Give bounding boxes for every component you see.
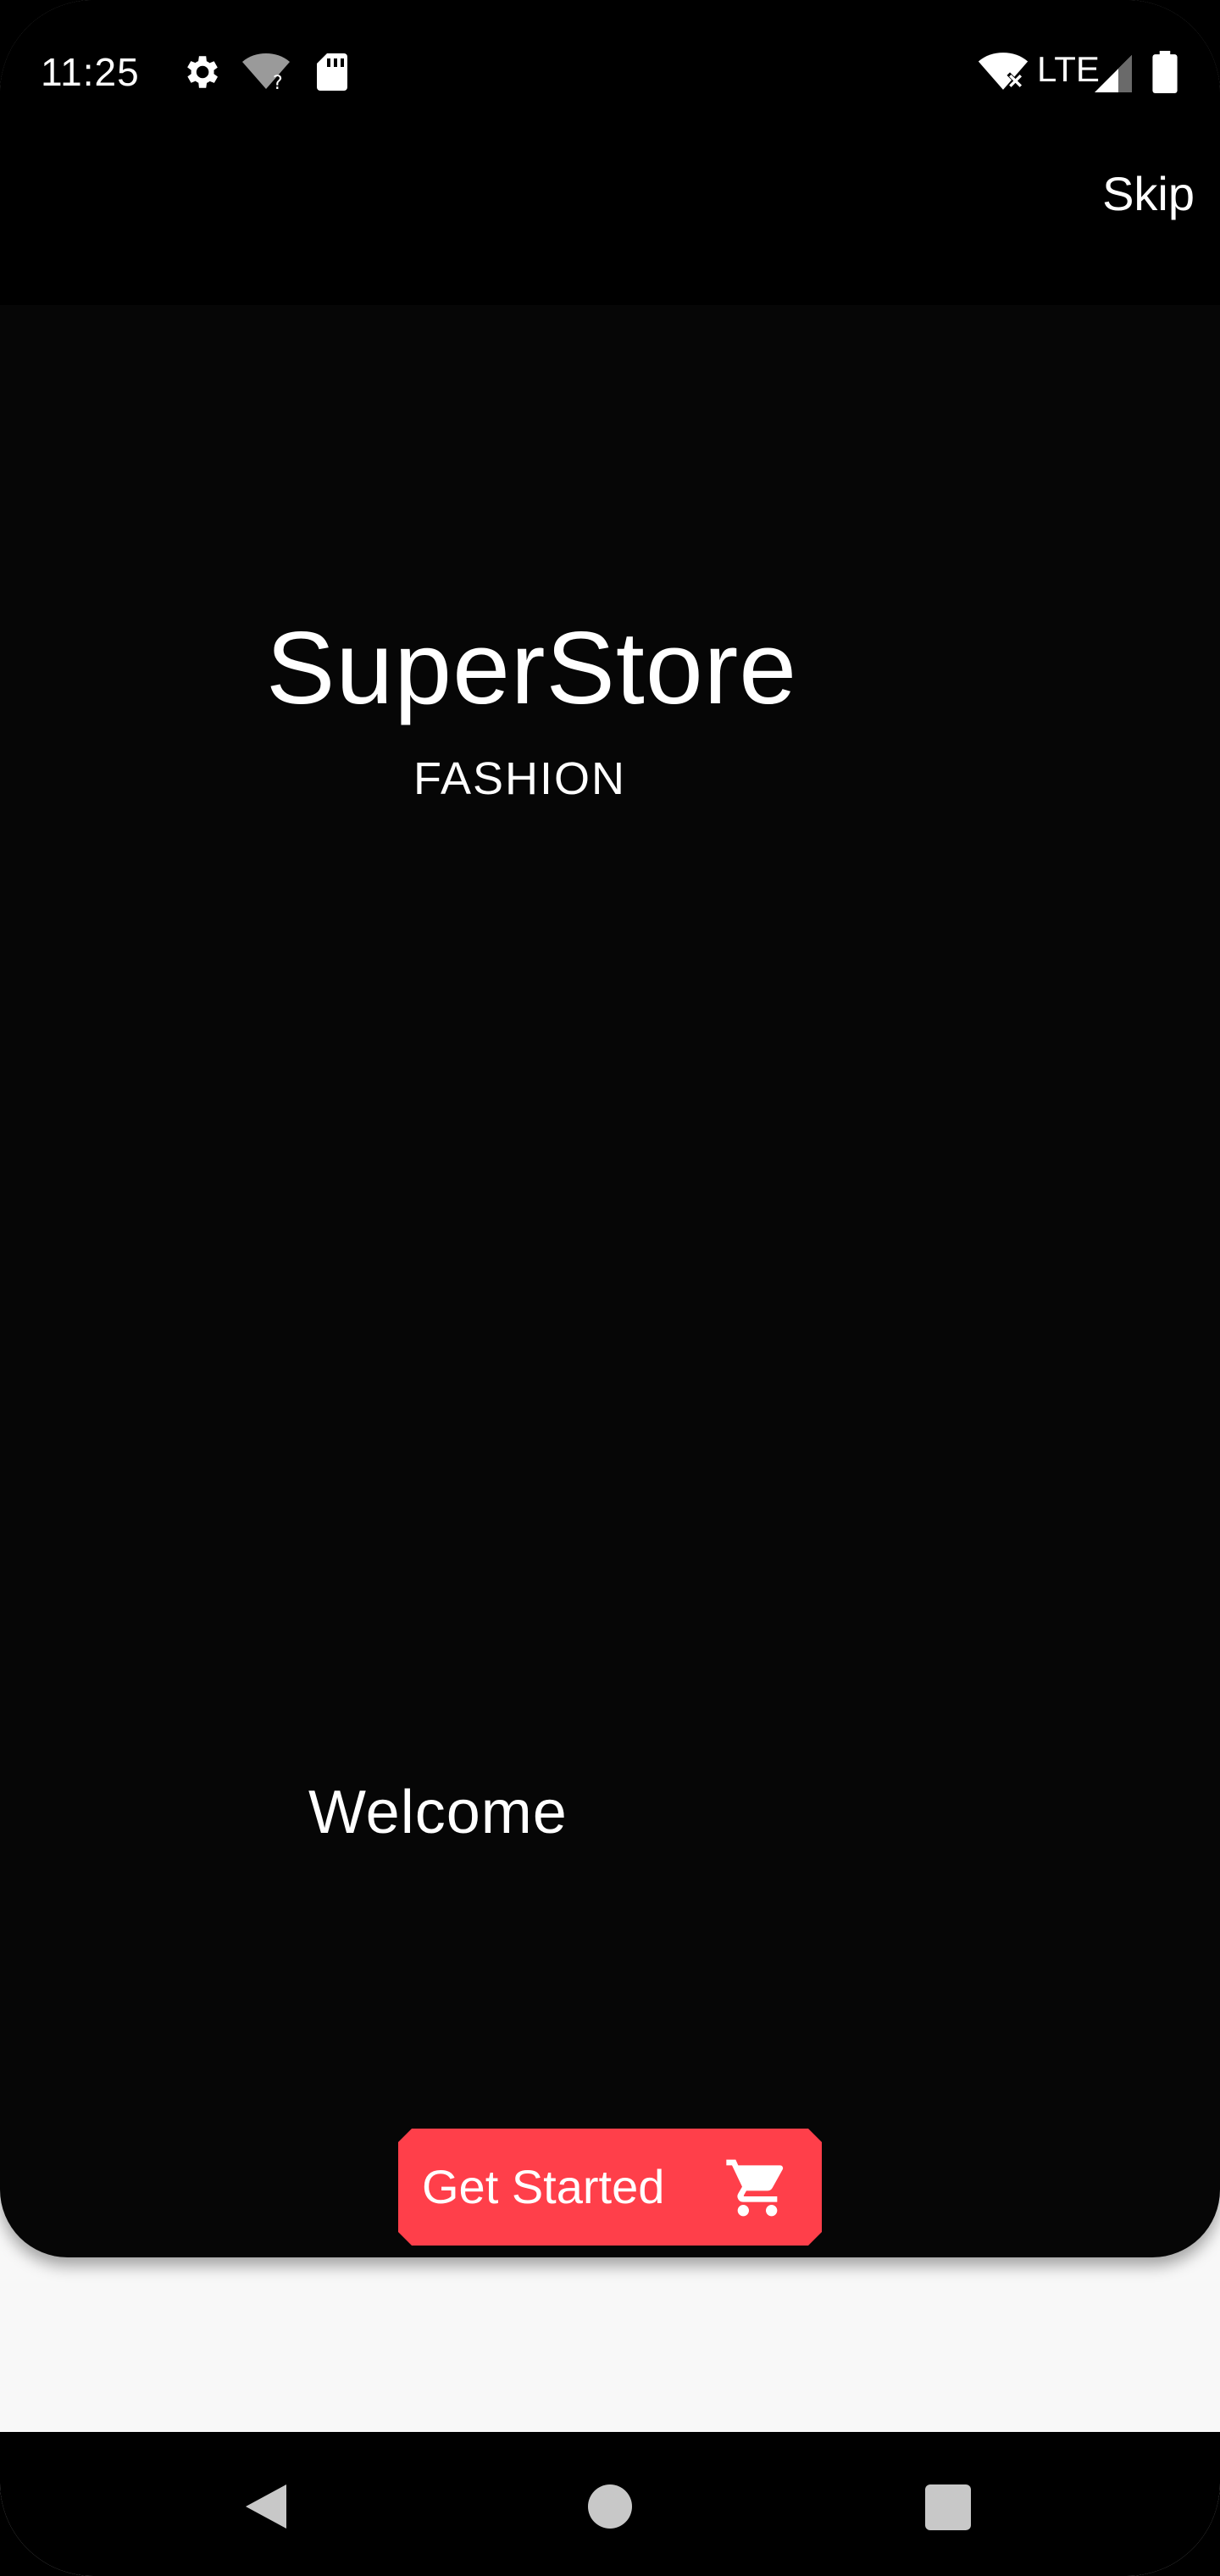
welcome-heading: Welcome bbox=[308, 1779, 568, 1846]
status-bar: 11:25 ? LTE bbox=[0, 0, 1220, 144]
brand-subtitle: FASHION bbox=[413, 753, 627, 804]
sd-card-icon bbox=[315, 51, 349, 97]
skip-button[interactable]: Skip bbox=[1102, 166, 1195, 221]
get-started-button[interactable]: Get Started bbox=[398, 2129, 822, 2246]
signal-icon bbox=[1095, 51, 1132, 97]
home-icon[interactable] bbox=[586, 2483, 634, 2534]
status-time: 11:25 bbox=[41, 50, 140, 94]
svg-text:?: ? bbox=[273, 73, 283, 93]
get-started-label: Get Started bbox=[422, 2160, 665, 2213]
wifi-unknown-icon: ? bbox=[242, 51, 290, 97]
cart-icon bbox=[724, 2154, 791, 2222]
wifi-off-icon bbox=[978, 51, 1029, 97]
network-type-label: LTE bbox=[1037, 49, 1100, 89]
brand-title: SuperStore bbox=[266, 610, 798, 725]
navigation-bar bbox=[0, 2432, 1220, 2576]
back-icon[interactable] bbox=[242, 2481, 290, 2535]
recents-icon[interactable] bbox=[925, 2484, 971, 2534]
settings-icon bbox=[180, 51, 222, 97]
device-screen: 11:25 ? LTE Skip SuperStore FASHION Welc… bbox=[0, 0, 1220, 2576]
welcome-card: 11:25 ? LTE Skip SuperStore FASHION Welc… bbox=[0, 0, 1220, 2257]
battery-icon bbox=[1152, 51, 1178, 97]
